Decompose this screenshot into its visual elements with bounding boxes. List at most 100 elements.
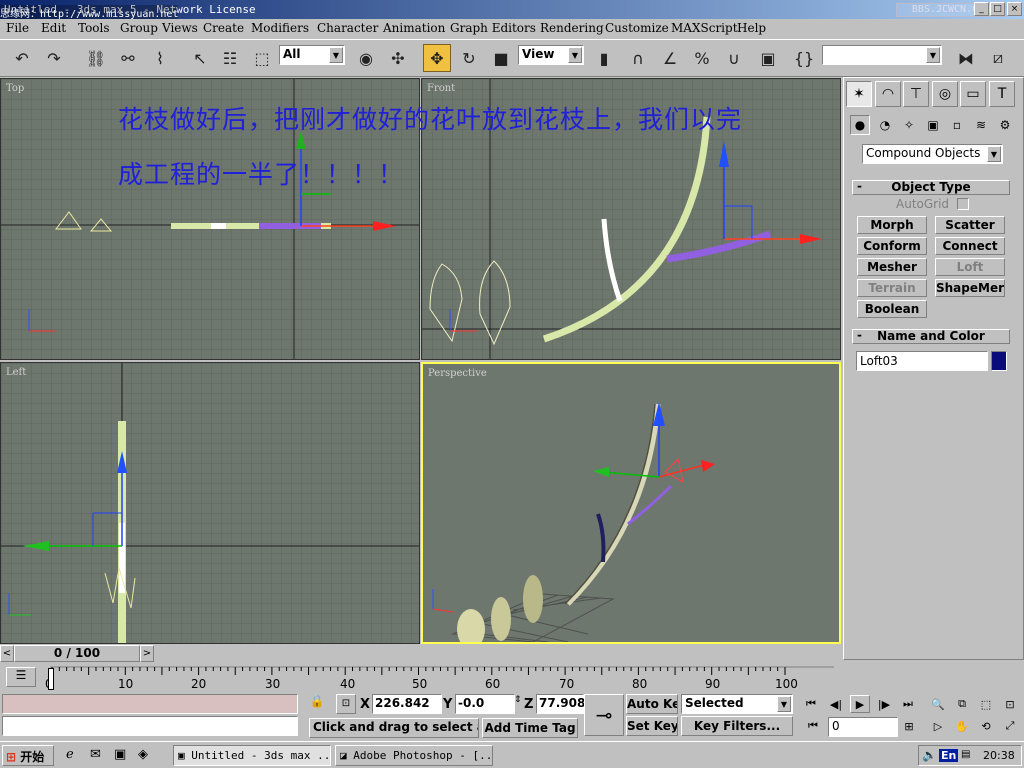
select-window-crossing-icon[interactable]: ◉: [352, 44, 380, 72]
current-frame-field[interactable]: 0: [828, 717, 898, 737]
auto-key-button[interactable]: Auto Key: [626, 694, 678, 714]
snap-toggle-icon[interactable]: ∩: [624, 44, 652, 72]
viewport-label-top[interactable]: Top: [6, 83, 24, 94]
spinner-snap-icon[interactable]: ∪: [720, 44, 748, 72]
zoom-extents-all-icon[interactable]: ⊡: [1000, 695, 1020, 713]
lights-icon[interactable]: ✧: [899, 115, 919, 135]
name-color-rollout-header[interactable]: - Name and Color: [852, 329, 1010, 344]
crossing-icon[interactable]: ✣: [384, 44, 412, 72]
set-key-button[interactable]: Set Key: [626, 716, 678, 736]
time-cursor[interactable]: [48, 668, 54, 690]
viewport-label-perspective[interactable]: Perspective: [428, 368, 487, 379]
goto-start-icon[interactable]: ⏮: [801, 695, 821, 713]
time-slider-thumb[interactable]: 0 / 100: [14, 645, 140, 662]
zoom-icon[interactable]: 🔍: [928, 695, 948, 713]
menu-group[interactable]: Group: [120, 21, 158, 35]
shapemerge-button[interactable]: ShapeMerge: [935, 279, 1005, 297]
menu-create[interactable]: Create: [203, 21, 244, 35]
geometry-icon[interactable]: ●: [850, 115, 870, 135]
network-icon[interactable]: ▤: [961, 749, 970, 760]
language-indicator[interactable]: En: [939, 749, 959, 762]
modify-tab-icon[interactable]: ◠: [875, 81, 901, 107]
named-selection-icon[interactable]: {}: [790, 44, 818, 72]
ie-icon[interactable]: ℯ: [66, 747, 74, 762]
time-config-icon[interactable]: ⊞: [899, 717, 919, 735]
key-mode-dropdown[interactable]: Selected ▼: [681, 694, 793, 714]
redo-icon[interactable]: ↷: [40, 44, 68, 72]
create-tab-icon[interactable]: ✶: [846, 81, 872, 107]
goto-end-icon[interactable]: ⏭: [898, 695, 918, 713]
shapes-icon[interactable]: ◔: [875, 115, 895, 135]
category-dropdown[interactable]: Compound Objects ▼: [862, 144, 1003, 164]
field-of-view-icon[interactable]: ▷: [928, 717, 948, 735]
menu-animation[interactable]: Animation: [383, 21, 445, 35]
viewport-left[interactable]: Left: [0, 362, 420, 644]
maxscript-listener-mini[interactable]: [2, 694, 298, 714]
absolute-mode-icon[interactable]: ⊡: [336, 694, 356, 714]
key-mode-toggle-icon[interactable]: ⏮: [803, 717, 823, 735]
object-type-rollout-header[interactable]: - Object Type: [852, 180, 1010, 195]
undo-icon[interactable]: ↶: [8, 44, 36, 72]
mesher-button[interactable]: Mesher: [857, 258, 927, 276]
key-filters-button[interactable]: Key Filters...: [681, 716, 793, 736]
menu-help[interactable]: Help: [737, 21, 766, 35]
next-frame-icon[interactable]: |▶: [874, 695, 894, 713]
ref-coord-dropdown[interactable]: View ▼: [518, 45, 584, 65]
motion-tab-icon[interactable]: ◎: [932, 81, 958, 107]
pan-icon[interactable]: ✋: [952, 717, 972, 735]
cameras-icon[interactable]: ▣: [923, 115, 943, 135]
utilities-tab-icon[interactable]: T: [989, 81, 1015, 107]
outlook-icon[interactable]: ✉: [90, 747, 101, 762]
menu-graph-editors[interactable]: Graph Editors: [450, 21, 536, 35]
menu-edit[interactable]: Edit: [41, 21, 66, 35]
media-icon[interactable]: ◈: [138, 747, 148, 762]
select-object-icon[interactable]: ↖: [186, 44, 214, 72]
conform-button[interactable]: Conform: [857, 237, 927, 255]
morph-button[interactable]: Morph: [857, 216, 927, 234]
menu-tools[interactable]: Tools: [78, 21, 110, 35]
angle-snap-icon[interactable]: ∠: [656, 44, 684, 72]
z-coord-field[interactable]: 77.908: [536, 694, 585, 714]
display-tab-icon[interactable]: ▭: [960, 81, 986, 107]
prev-frame-icon[interactable]: ◀|: [826, 695, 846, 713]
named-selection-dropdown[interactable]: ▼: [822, 45, 942, 65]
arc-rotate-icon[interactable]: ⟲: [976, 717, 996, 735]
mirror-icon[interactable]: ⧓: [952, 44, 980, 72]
set-key-icon[interactable]: ⊸: [584, 694, 624, 736]
rect-selection-icon[interactable]: ⬚: [248, 44, 276, 72]
zoom-all-icon[interactable]: ⧉: [952, 695, 972, 713]
menu-character[interactable]: Character: [317, 21, 378, 35]
start-button[interactable]: ⊞ 开始: [2, 745, 54, 766]
boolean-button[interactable]: Boolean: [857, 300, 927, 318]
hierarchy-tab-icon[interactable]: ⊤: [903, 81, 929, 107]
connect-button[interactable]: Connect: [935, 237, 1005, 255]
space-warps-icon[interactable]: ≋: [971, 115, 991, 135]
minimize-button[interactable]: _: [974, 2, 989, 16]
y-spinner-icon[interactable]: ⇕: [514, 695, 522, 705]
status-line[interactable]: [2, 716, 298, 736]
helpers-icon[interactable]: ▫: [947, 115, 967, 135]
menu-views[interactable]: Views: [162, 21, 198, 35]
menu-rendering[interactable]: Rendering: [540, 21, 604, 35]
x-coord-field[interactable]: 226.842: [372, 694, 442, 714]
systems-icon[interactable]: ⚙: [995, 115, 1015, 135]
select-and-link-icon[interactable]: ⛓: [82, 44, 110, 72]
volume-icon[interactable]: 🔈: [922, 748, 937, 762]
zoom-extents-icon[interactable]: ⬚: [976, 695, 996, 713]
add-time-tag-button[interactable]: Add Time Tag: [482, 718, 578, 738]
use-pivot-center-icon[interactable]: ▮: [590, 44, 618, 72]
maximize-button[interactable]: □: [990, 2, 1005, 16]
selection-filter-dropdown[interactable]: All ▼: [279, 45, 345, 65]
lock-icon[interactable]: 🔒: [308, 694, 326, 714]
task-photoshop[interactable]: ◪ Adobe Photoshop - [...: [335, 745, 493, 766]
object-name-input[interactable]: Loft03: [856, 351, 988, 371]
menu-customize[interactable]: Customize: [605, 21, 669, 35]
time-next-icon[interactable]: >: [140, 645, 154, 662]
play-icon[interactable]: ▶: [850, 695, 870, 713]
close-button[interactable]: ×: [1007, 2, 1022, 16]
task-3dsmax[interactable]: ▣ Untitled - 3ds max ...: [173, 745, 331, 766]
maximize-viewport-icon[interactable]: ⤢: [1000, 717, 1020, 735]
scatter-button[interactable]: Scatter: [935, 216, 1005, 234]
select-and-scale-icon[interactable]: ■: [487, 44, 515, 72]
menu-maxscript[interactable]: MAXScript: [671, 21, 738, 35]
